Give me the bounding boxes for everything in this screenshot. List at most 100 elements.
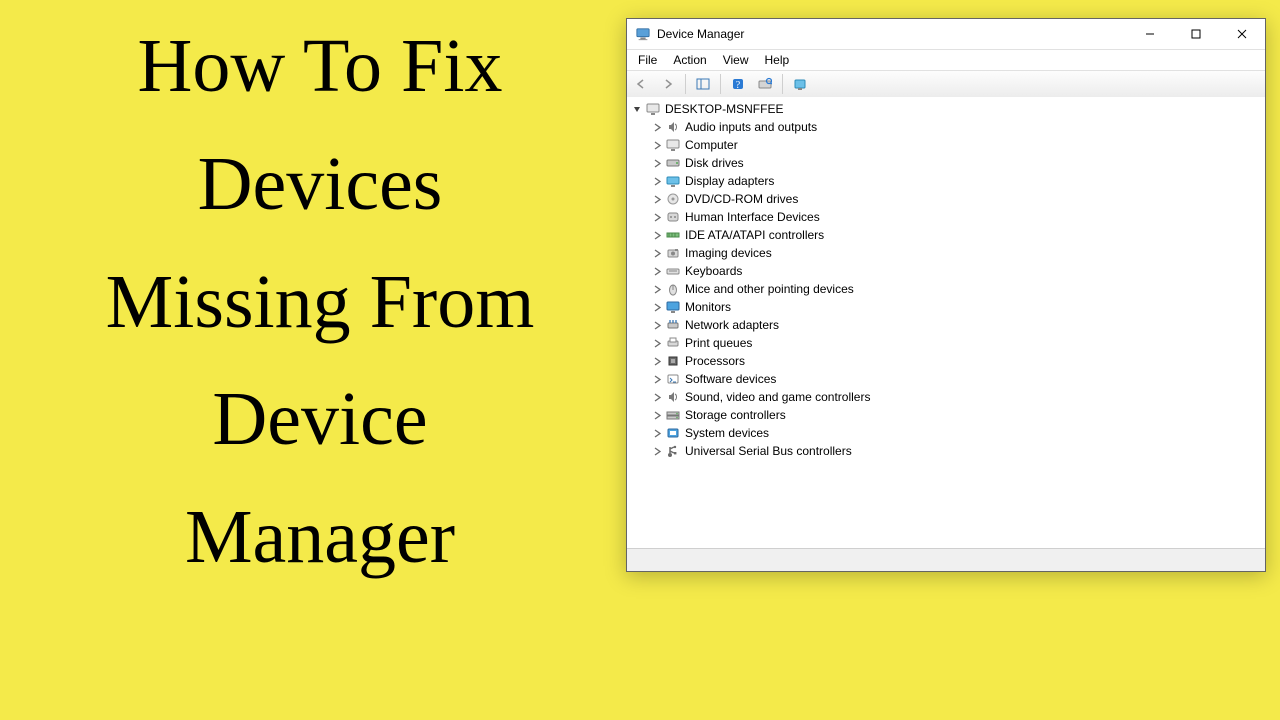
headline-line: Manager [185, 495, 455, 579]
category-label: Display adapters [685, 174, 774, 188]
toolbar-separator [685, 74, 686, 94]
headline-line: Device [212, 377, 427, 461]
category-label: Monitors [685, 300, 731, 314]
category-icon [665, 371, 681, 387]
category-label: DVD/CD-ROM drives [685, 192, 798, 206]
tree-category[interactable]: DVD/CD-ROM drives [627, 190, 1265, 208]
category-icon [665, 389, 681, 405]
root-label: DESKTOP-MSNFFEE [665, 102, 783, 116]
expand-icon[interactable] [651, 301, 663, 313]
category-icon [665, 155, 681, 171]
tree-category[interactable]: Disk drives [627, 154, 1265, 172]
category-label: Computer [685, 138, 738, 152]
headline-line: How To Fix [138, 24, 503, 108]
tree-category[interactable]: Computer [627, 136, 1265, 154]
tree-category[interactable]: Universal Serial Bus controllers [627, 442, 1265, 460]
expand-icon[interactable] [651, 319, 663, 331]
expand-icon[interactable] [651, 211, 663, 223]
tree-category[interactable]: Imaging devices [627, 244, 1265, 262]
category-icon [665, 443, 681, 459]
expand-icon[interactable] [651, 445, 663, 457]
category-label: Sound, video and game controllers [685, 390, 870, 404]
category-label: Imaging devices [685, 246, 772, 260]
expand-icon[interactable] [651, 229, 663, 241]
expand-icon[interactable] [651, 355, 663, 367]
expand-icon[interactable] [651, 373, 663, 385]
category-icon [665, 137, 681, 153]
tree-category[interactable]: Storage controllers [627, 406, 1265, 424]
expand-icon[interactable] [651, 247, 663, 259]
category-label: Print queues [685, 336, 752, 350]
expand-icon[interactable] [651, 193, 663, 205]
maximize-button[interactable] [1173, 19, 1219, 49]
expand-icon[interactable] [651, 175, 663, 187]
tree-root[interactable]: DESKTOP-MSNFFEE [627, 100, 1265, 118]
expand-icon[interactable] [651, 409, 663, 421]
category-icon [665, 191, 681, 207]
tree-category[interactable]: Network adapters [627, 316, 1265, 334]
tree-category[interactable]: Print queues [627, 334, 1265, 352]
minimize-button[interactable] [1127, 19, 1173, 49]
expand-icon[interactable] [651, 157, 663, 169]
svg-text:?: ? [736, 80, 741, 91]
category-icon [665, 263, 681, 279]
expand-icon[interactable] [651, 265, 663, 277]
expand-icon[interactable] [651, 391, 663, 403]
tree-category[interactable]: Display adapters [627, 172, 1265, 190]
close-button[interactable] [1219, 19, 1265, 49]
category-label: Mice and other pointing devices [685, 282, 854, 296]
back-button[interactable] [629, 72, 653, 96]
scan-hardware-button[interactable] [753, 72, 777, 96]
tree-category[interactable]: Keyboards [627, 262, 1265, 280]
category-label: Software devices [685, 372, 776, 386]
headline-line: Devices [198, 142, 443, 226]
category-label: Universal Serial Bus controllers [685, 444, 852, 458]
category-label: Processors [685, 354, 745, 368]
menu-action[interactable]: Action [666, 52, 713, 68]
headline-text: How To Fix Devices Missing From Device M… [40, 8, 600, 597]
tree-category[interactable]: IDE ATA/ATAPI controllers [627, 226, 1265, 244]
expand-icon[interactable] [651, 139, 663, 151]
help-button[interactable]: ? [726, 72, 750, 96]
tree-category[interactable]: Human Interface Devices [627, 208, 1265, 226]
properties-button[interactable] [788, 72, 812, 96]
menubar: File Action View Help [627, 50, 1265, 70]
titlebar[interactable]: Device Manager [627, 19, 1265, 50]
category-label: Disk drives [685, 156, 744, 170]
tree-category[interactable]: Audio inputs and outputs [627, 118, 1265, 136]
expand-icon[interactable] [651, 121, 663, 133]
expand-icon[interactable] [651, 337, 663, 349]
device-tree[interactable]: DESKTOP-MSNFFEE Audio inputs and outputs… [627, 97, 1265, 547]
category-label: Human Interface Devices [685, 210, 820, 224]
expand-icon[interactable] [631, 103, 643, 115]
tree-category[interactable]: Mice and other pointing devices [627, 280, 1265, 298]
category-icon [665, 227, 681, 243]
expand-icon[interactable] [651, 283, 663, 295]
category-icon [665, 407, 681, 423]
window-controls [1127, 19, 1265, 49]
show-hide-tree-button[interactable] [691, 72, 715, 96]
category-icon [665, 281, 681, 297]
window-title: Device Manager [657, 27, 1127, 41]
toolbar-separator [720, 74, 721, 94]
forward-button[interactable] [656, 72, 680, 96]
category-label: Storage controllers [685, 408, 786, 422]
category-label: Keyboards [685, 264, 742, 278]
tree-category[interactable]: Software devices [627, 370, 1265, 388]
tree-category[interactable]: System devices [627, 424, 1265, 442]
expand-icon[interactable] [651, 427, 663, 439]
category-icon [665, 425, 681, 441]
headline-line: Missing From [106, 260, 535, 344]
tree-category[interactable]: Monitors [627, 298, 1265, 316]
thumbnail-stage: How To Fix Devices Missing From Device M… [0, 0, 1280, 720]
category-icon [665, 173, 681, 189]
category-icon [665, 353, 681, 369]
toolbar: ? [627, 70, 1265, 98]
category-icon [665, 119, 681, 135]
tree-category[interactable]: Sound, video and game controllers [627, 388, 1265, 406]
category-icon [665, 209, 681, 225]
menu-help[interactable]: Help [758, 52, 797, 68]
menu-file[interactable]: File [631, 52, 664, 68]
tree-category[interactable]: Processors [627, 352, 1265, 370]
menu-view[interactable]: View [716, 52, 756, 68]
